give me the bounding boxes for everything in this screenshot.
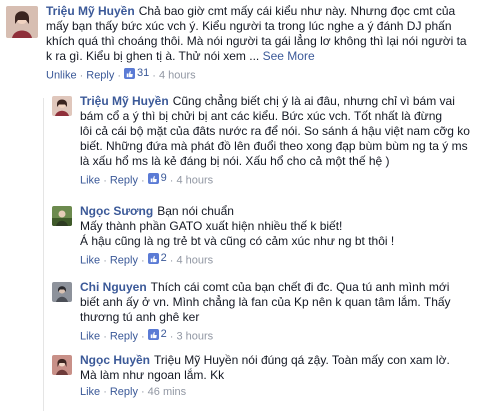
avatar[interactable] (52, 282, 72, 302)
comment-actions: Unlike · Reply · 31 · 4 hours (46, 66, 196, 82)
timestamp[interactable]: 4 hours (159, 70, 196, 82)
like-count[interactable]: 31 (124, 66, 149, 80)
comment-actions: Like · Reply · 46 mins (80, 386, 187, 398)
comment-actions: Like · Reply · 9 · 4 hours (80, 171, 214, 187)
comment-author[interactable]: Triệu Mỹ Huyền (80, 94, 169, 108)
avatar[interactable] (52, 206, 72, 226)
like-link[interactable]: Like (80, 255, 100, 267)
thumbs-up-icon (147, 328, 159, 340)
avatar-photo-icon (52, 96, 72, 116)
reply-link[interactable]: Reply (110, 175, 138, 187)
avatar-photo-icon (52, 355, 72, 375)
avatar[interactable] (52, 355, 72, 375)
reply-thread-rail (43, 98, 44, 411)
timestamp[interactable]: 4 hours (176, 255, 213, 267)
avatar[interactable] (6, 6, 38, 38)
like-count[interactable]: 9 (147, 171, 167, 185)
like-link[interactable]: Like (80, 175, 100, 187)
reply-link[interactable]: Reply (110, 386, 138, 398)
unlike-link[interactable]: Unlike (46, 70, 77, 82)
like-link[interactable]: Like (80, 386, 100, 398)
thumbs-up-icon (147, 252, 159, 264)
see-more-link[interactable]: See More (263, 49, 315, 63)
comment-actions: Like · Reply · 2 · 3 hours (80, 327, 214, 343)
avatar-photo-icon (52, 206, 72, 226)
reply-link[interactable]: Reply (110, 255, 138, 267)
timestamp[interactable]: 46 mins (148, 386, 187, 398)
like-count[interactable]: 2 (147, 327, 167, 341)
avatar-photo-icon (6, 6, 38, 38)
thumbs-up-icon (124, 67, 136, 79)
timestamp[interactable]: 3 hours (176, 331, 213, 343)
reply-link[interactable]: Reply (110, 331, 138, 343)
reply-link[interactable]: Reply (86, 70, 114, 82)
comment-author[interactable]: Ngọc Sương (80, 204, 153, 218)
avatar[interactable] (52, 96, 72, 116)
comment-author[interactable]: Chi Nguyen (80, 280, 147, 294)
like-count[interactable]: 2 (147, 251, 167, 265)
comment-actions: Like · Reply · 2 · 4 hours (80, 251, 214, 267)
thumbs-up-icon (147, 172, 159, 184)
comment-author[interactable]: Ngọc Huyền (80, 353, 150, 367)
avatar-photo-icon (52, 282, 72, 302)
like-link[interactable]: Like (80, 331, 100, 343)
comment-author[interactable]: Triệu Mỹ Huyền (46, 4, 135, 18)
timestamp[interactable]: 4 hours (176, 175, 213, 187)
